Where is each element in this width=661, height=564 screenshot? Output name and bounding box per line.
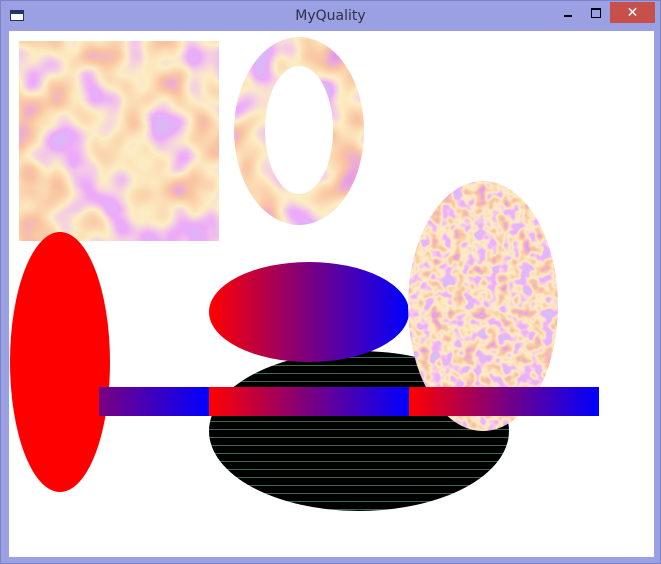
gradient-bar-middle (209, 387, 409, 416)
gradient-bar-right (409, 387, 599, 416)
drawing-canvas (9, 31, 654, 557)
close-button[interactable]: ✕ (610, 2, 655, 23)
maximize-icon (590, 7, 601, 18)
drawing-surface (10, 37, 599, 511)
gradient-ellipse (209, 262, 409, 362)
minimize-icon (563, 14, 572, 17)
app-window: MyQuality ✕ (0, 0, 661, 564)
textured-ring-fill (234, 37, 365, 225)
close-icon: ✕ (626, 4, 639, 21)
gradient-bar-left (99, 387, 209, 416)
red-ellipse (10, 232, 110, 492)
title-bar[interactable]: MyQuality ✕ (1, 1, 660, 31)
textured-ring (234, 37, 365, 225)
minimize-button[interactable] (554, 2, 581, 23)
textured-square-fill (19, 41, 219, 241)
maximize-button[interactable] (582, 2, 609, 23)
textured-square (19, 41, 219, 241)
